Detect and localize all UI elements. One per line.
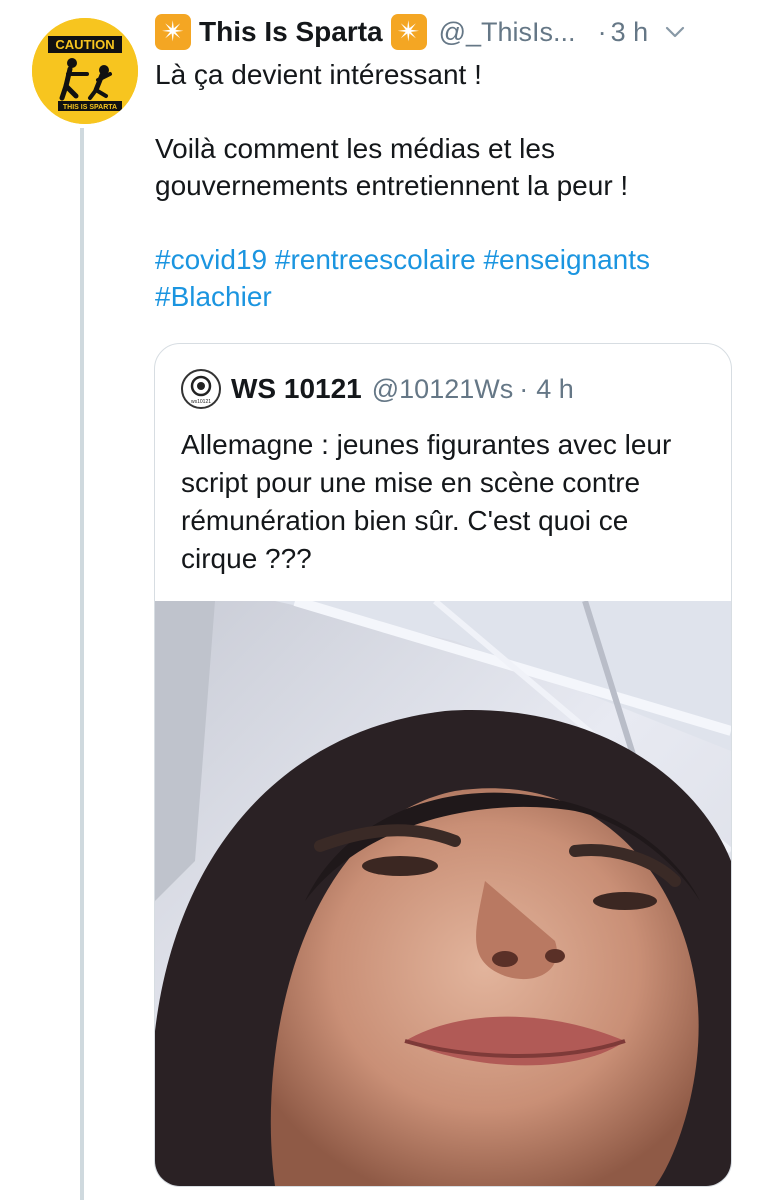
sparkle-emoji-icon: ✴ bbox=[390, 14, 427, 50]
user-handle[interactable]: @_ThisIs... bbox=[439, 17, 576, 48]
tweet-timestamp[interactable]: 3 h bbox=[611, 17, 649, 48]
separator-dot: · bbox=[519, 373, 529, 404]
hashtag-link[interactable]: #covid19 bbox=[155, 244, 267, 275]
hashtag-list: #covid19 #rentreescolaire #enseignants #… bbox=[155, 241, 735, 315]
quoted-tweet-header: ws10121 WS 10121 @10121Ws · 4 h bbox=[181, 368, 574, 410]
hashtag-link[interactable]: #enseignants bbox=[483, 244, 650, 275]
caution-logo-icon: CAUTION THIS IS SPARTA bbox=[32, 18, 138, 124]
tweet-header: ✴ This Is Sparta ✴ @_ThisIs... · 3 h bbox=[155, 12, 745, 52]
quoted-tweet-card[interactable]: ws10121 WS 10121 @10121Ws · 4 h Allemagn… bbox=[154, 343, 732, 1187]
thread-connector-line bbox=[80, 128, 84, 1200]
quoted-display-name[interactable]: WS 10121 bbox=[231, 373, 362, 405]
ws-logo-icon: ws10121 bbox=[190, 375, 212, 405]
svg-text:THIS IS SPARTA: THIS IS SPARTA bbox=[63, 104, 117, 111]
sparkle-emoji-icon: ✴ bbox=[155, 14, 191, 50]
quoted-avatar[interactable]: ws10121 bbox=[181, 369, 221, 409]
quoted-user-handle[interactable]: @10121Ws bbox=[372, 374, 513, 405]
chevron-down-icon[interactable] bbox=[664, 21, 686, 43]
quoted-timestamp[interactable]: 4 h bbox=[536, 374, 574, 405]
svg-text:ws10121: ws10121 bbox=[191, 399, 211, 405]
quoted-tweet-text: Allemagne : jeunes figurantes avec leur … bbox=[181, 429, 672, 574]
hashtag-link[interactable]: #rentreescolaire bbox=[275, 244, 476, 275]
tweet-text-line: Là ça devient intéressant ! bbox=[155, 59, 482, 90]
separator-dot: · bbox=[597, 16, 607, 47]
tweet-body: Là ça devient intéressant ! Voilà commen… bbox=[155, 56, 735, 315]
tweet-text-line: Voilà comment les médias et les gouverne… bbox=[155, 133, 629, 201]
display-name[interactable]: This Is Sparta bbox=[199, 16, 383, 48]
profile-avatar[interactable]: CAUTION THIS IS SPARTA bbox=[32, 18, 138, 124]
hashtag-link[interactable]: #Blachier bbox=[155, 281, 272, 312]
quoted-video-thumbnail[interactable] bbox=[155, 601, 731, 1186]
svg-text:CAUTION: CAUTION bbox=[55, 37, 114, 52]
face-photo-icon bbox=[155, 601, 731, 1186]
